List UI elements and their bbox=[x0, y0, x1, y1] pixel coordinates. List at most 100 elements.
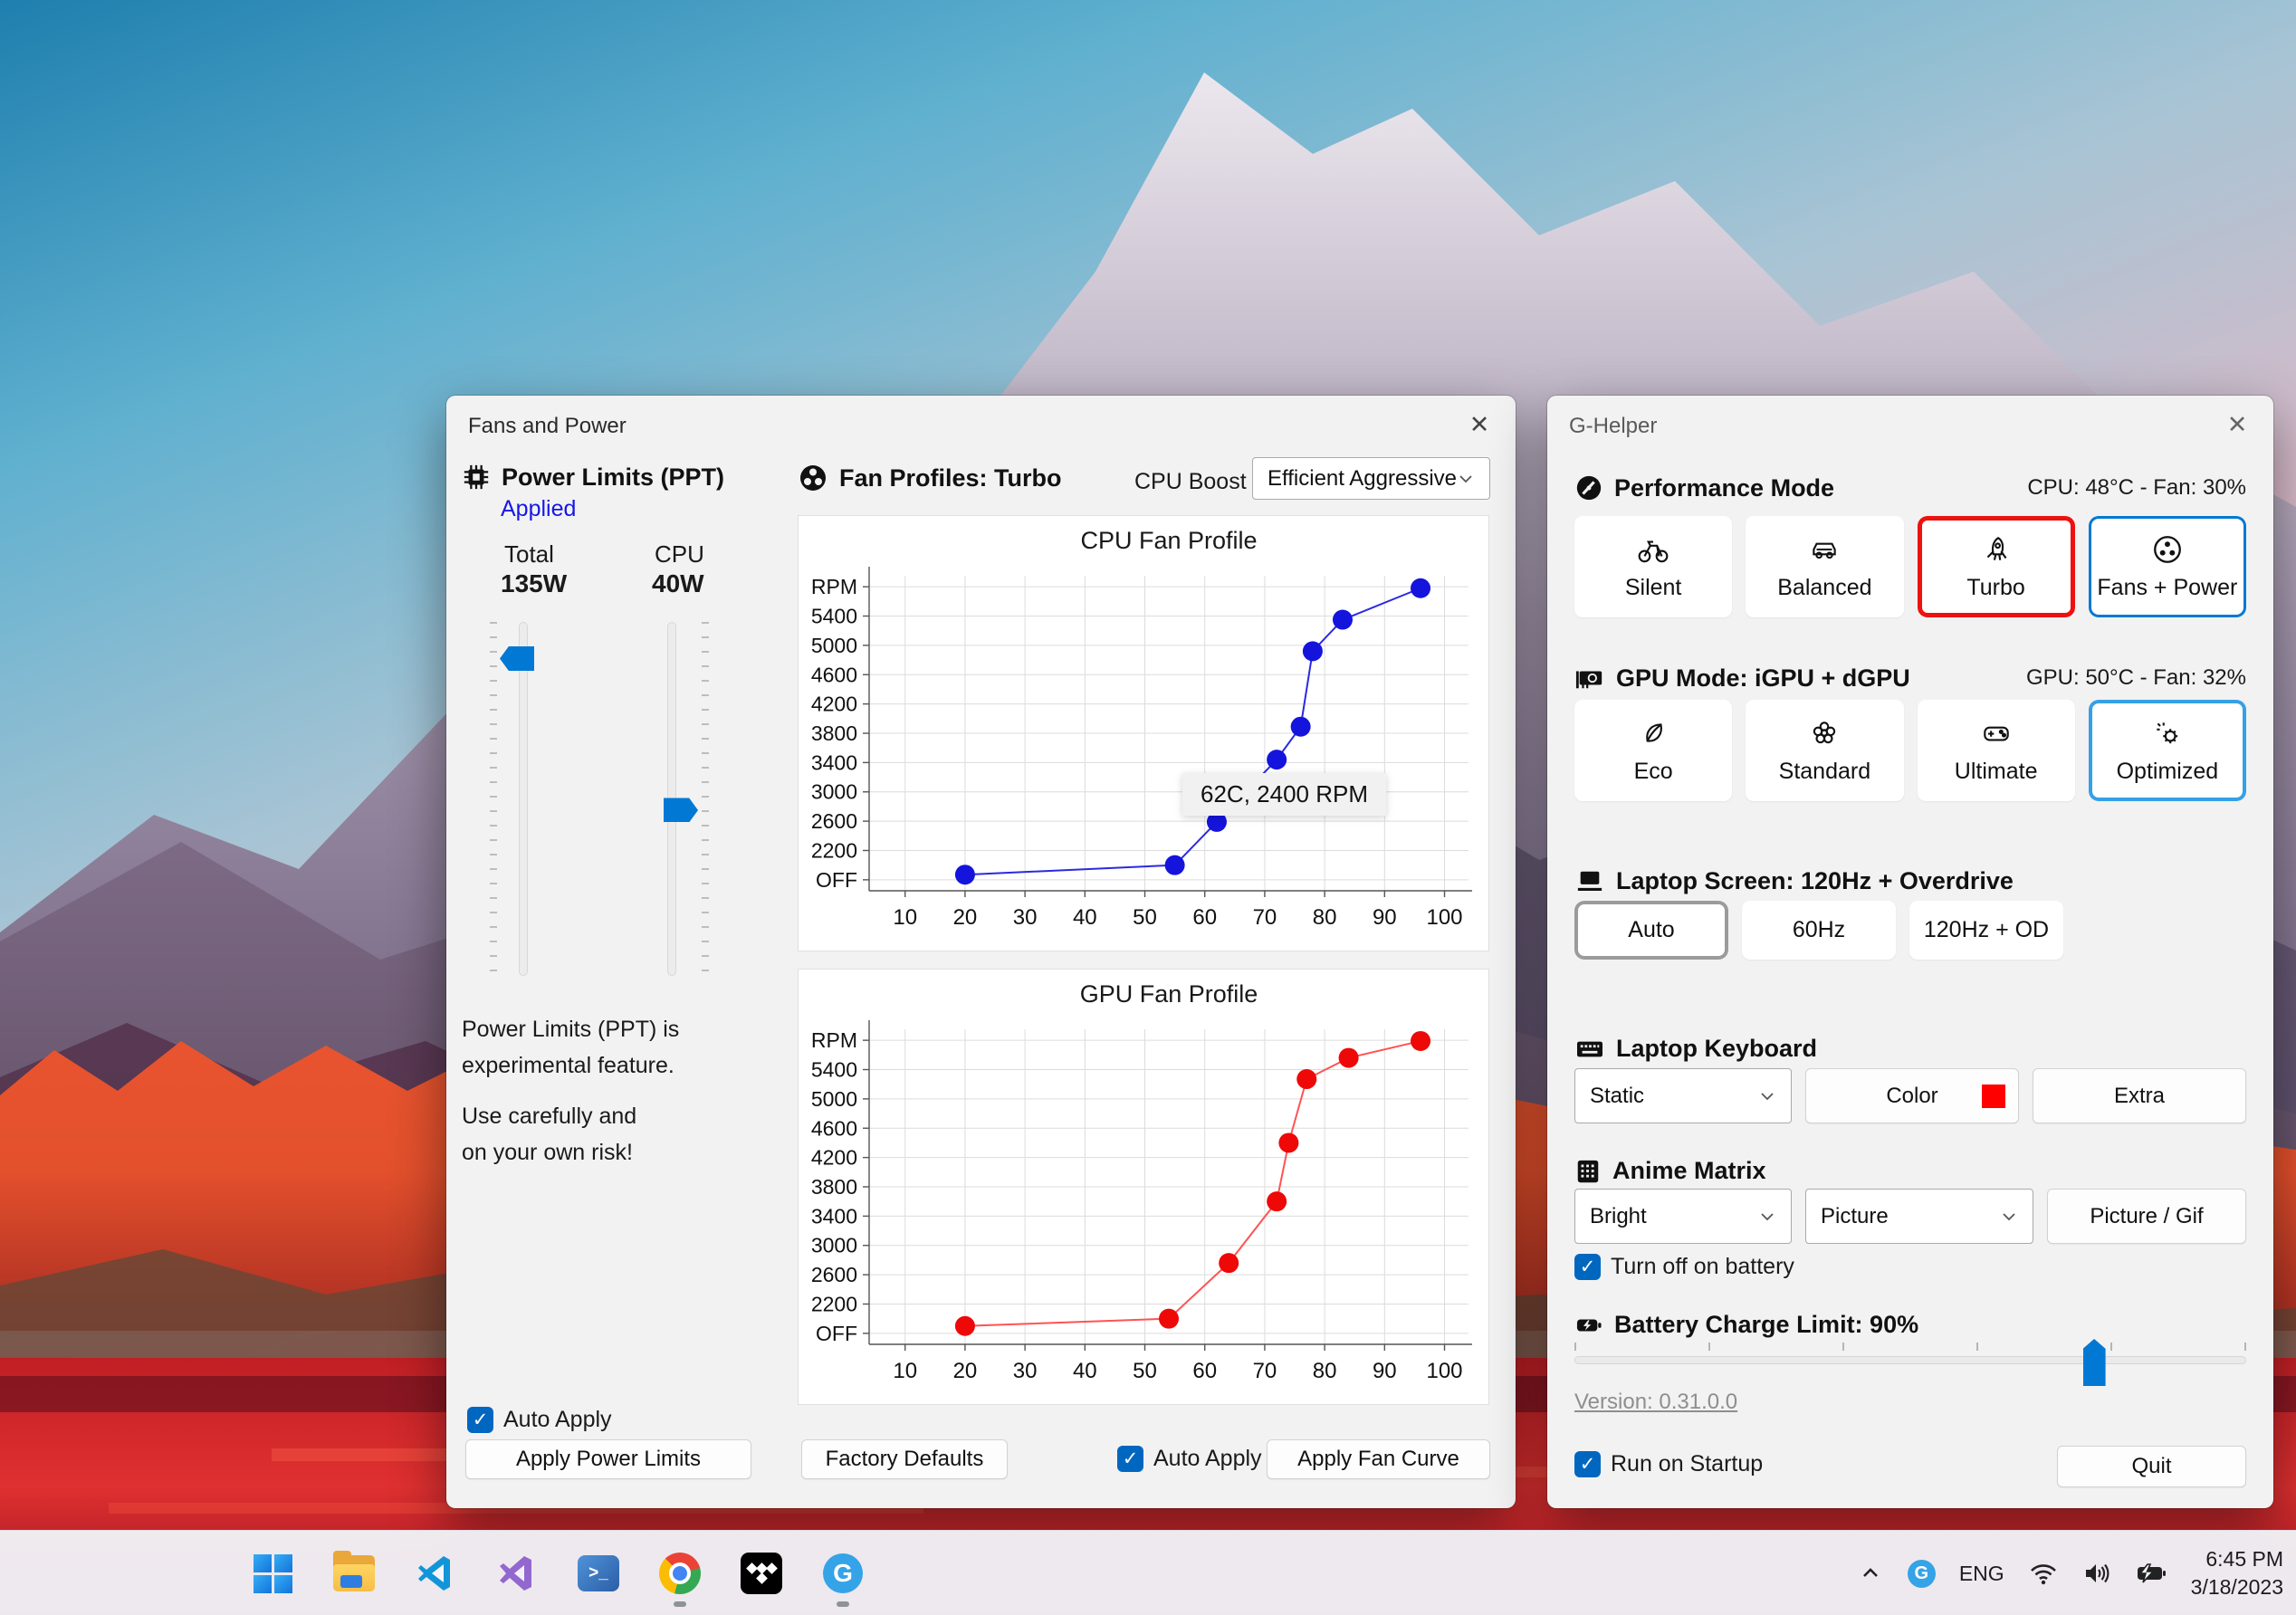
keyboard-controls-row: Static Color Extra bbox=[1574, 1068, 2246, 1123]
gpu-standard-button[interactable]: Standard bbox=[1746, 700, 1904, 801]
power-auto-apply-row: ✓ Auto Apply bbox=[467, 1407, 612, 1433]
svg-text:4600: 4600 bbox=[811, 663, 857, 686]
file-explorer-icon[interactable] bbox=[333, 1551, 375, 1594]
gpu-mode-buttons: Eco Standard Ultimate Optimized bbox=[1574, 700, 2246, 801]
tray-time: 6:45 PM bbox=[2205, 1547, 2283, 1571]
chevron-down-icon bbox=[2003, 1212, 2015, 1220]
ghelper-titlebar[interactable]: G-Helper ✕ bbox=[1547, 396, 2273, 450]
tidal-icon[interactable] bbox=[741, 1553, 782, 1594]
turn-off-on-battery-checkbox[interactable]: ✓ bbox=[1574, 1254, 1601, 1280]
chrome-icon[interactable] bbox=[659, 1553, 701, 1607]
cpu-boost-dropdown[interactable]: Efficient Aggressive bbox=[1252, 457, 1490, 500]
battery-charging-icon[interactable] bbox=[2135, 1560, 2167, 1587]
ghelper-tray-icon[interactable]: G bbox=[1907, 1559, 1936, 1588]
fan-curve-tooltip: 62C, 2400 RPM bbox=[1182, 773, 1386, 816]
screen-120hz-od-button[interactable]: 120Hz + OD bbox=[1909, 901, 2063, 960]
svg-text:RPM: RPM bbox=[811, 1028, 857, 1052]
close-icon[interactable]: ✕ bbox=[1461, 408, 1497, 441]
start-button[interactable] bbox=[252, 1553, 293, 1594]
svg-text:80: 80 bbox=[1313, 1359, 1337, 1383]
fans-window-title: Fans and Power bbox=[468, 414, 627, 438]
volume-icon[interactable] bbox=[2082, 1560, 2111, 1587]
cpu-slider-ticks bbox=[702, 622, 709, 976]
battery-header-row: Battery Charge Limit: 90% bbox=[1574, 1311, 2246, 1339]
chevron-down-icon bbox=[1459, 474, 1472, 483]
wifi-icon[interactable] bbox=[2028, 1560, 2059, 1587]
ghelper-taskbar-icon[interactable]: G bbox=[822, 1553, 864, 1607]
power-auto-apply-checkbox[interactable]: ✓ bbox=[467, 1407, 493, 1433]
cpu-slider-thumb[interactable] bbox=[664, 798, 698, 823]
screen-auto-button[interactable]: Auto bbox=[1574, 901, 1728, 960]
svg-text:90: 90 bbox=[1373, 1359, 1397, 1383]
svg-text:5000: 5000 bbox=[811, 1087, 857, 1111]
gpu-eco-button[interactable]: Eco bbox=[1574, 700, 1733, 801]
screen-60hz-button[interactable]: 60Hz bbox=[1742, 901, 1896, 960]
screen-icon bbox=[1577, 871, 1602, 891]
fans-window-titlebar[interactable]: Fans and Power ✕ bbox=[446, 396, 1516, 450]
power-limits-header-label: Power Limits (PPT) bbox=[502, 463, 725, 491]
svg-text:2200: 2200 bbox=[811, 838, 857, 862]
laptop-keyboard-header-row: Laptop Keyboard bbox=[1574, 1035, 2246, 1063]
svg-text:20: 20 bbox=[953, 905, 978, 930]
matrix-content-dropdown[interactable]: Picture bbox=[1805, 1189, 2033, 1244]
gpu-optimized-button[interactable]: Optimized bbox=[2088, 700, 2246, 801]
svg-text:60: 60 bbox=[1192, 905, 1217, 930]
ghelper-running-indicator bbox=[837, 1601, 849, 1607]
svg-text:3800: 3800 bbox=[811, 721, 857, 745]
chevron-down-icon bbox=[1761, 1212, 1774, 1220]
svg-text:4600: 4600 bbox=[811, 1116, 857, 1140]
close-icon[interactable]: ✕ bbox=[2219, 408, 2255, 441]
total-slider-track[interactable] bbox=[519, 622, 528, 976]
visual-studio-icon[interactable] bbox=[496, 1553, 538, 1594]
vscode-icon[interactable] bbox=[415, 1553, 456, 1594]
mode-balanced-button[interactable]: Balanced bbox=[1746, 516, 1904, 617]
system-tray: G ENG 6:45 PM 3/18/2023 bbox=[1857, 1531, 2283, 1615]
fan-auto-apply-checkbox[interactable]: ✓ bbox=[1117, 1446, 1143, 1472]
mode-fans-power-button[interactable]: Fans + Power bbox=[2088, 516, 2246, 617]
matrix-brightness-dropdown[interactable]: Bright bbox=[1574, 1189, 1792, 1244]
quit-button[interactable]: Quit bbox=[2057, 1446, 2246, 1487]
battery-slider-thumb[interactable] bbox=[2082, 1339, 2106, 1386]
svg-text:2600: 2600 bbox=[811, 1263, 857, 1286]
gauge-icon bbox=[1576, 475, 1602, 501]
keyboard-color-button[interactable]: Color bbox=[1805, 1068, 2019, 1123]
powershell-icon[interactable]: >_ bbox=[578, 1553, 619, 1594]
keyboard-mode-dropdown[interactable]: Static bbox=[1574, 1068, 1792, 1123]
mode-silent-button[interactable]: Silent bbox=[1574, 516, 1733, 617]
language-indicator[interactable]: ENG bbox=[1959, 1562, 2004, 1586]
total-slider-thumb[interactable] bbox=[500, 646, 534, 672]
matrix-battery-checkbox-row: ✓ Turn off on battery bbox=[1574, 1254, 1794, 1280]
apply-power-limits-button[interactable]: Apply Power Limits bbox=[465, 1439, 751, 1479]
cpu-slider-label: CPU bbox=[655, 540, 704, 568]
rocket-icon bbox=[1986, 536, 2007, 560]
total-slider-value: 135W bbox=[501, 569, 568, 597]
svg-text:60: 60 bbox=[1192, 1359, 1217, 1383]
apply-fan-curve-button[interactable]: Apply Fan Curve bbox=[1267, 1439, 1490, 1479]
version-link[interactable]: Version: 0.31.0.0 bbox=[1574, 1390, 1737, 1415]
svg-text:GPU Fan Profile: GPU Fan Profile bbox=[1080, 980, 1258, 1008]
gpu-ultimate-button[interactable]: Ultimate bbox=[1917, 700, 2075, 801]
taskbar-clock[interactable]: 6:45 PM 3/18/2023 bbox=[2191, 1545, 2283, 1601]
power-auto-apply-label: Auto Apply bbox=[503, 1407, 612, 1432]
battery-slider-track[interactable] bbox=[1574, 1356, 2246, 1364]
cpu-fan-chart[interactable]: CPU Fan Profile OFF 2200 2600 3000 3400 3800 42… bbox=[799, 516, 1490, 952]
svg-text:100: 100 bbox=[1426, 905, 1462, 930]
factory-defaults-button[interactable]: Factory Defaults bbox=[801, 1439, 1008, 1479]
total-slider-ticks bbox=[490, 622, 497, 976]
fan-icon bbox=[2153, 535, 2181, 563]
matrix-picture-gif-button[interactable]: Picture / Gif bbox=[2047, 1189, 2246, 1244]
mode-turbo-button[interactable]: Turbo bbox=[1917, 516, 2075, 617]
svg-text:80: 80 bbox=[1313, 905, 1337, 930]
gpu-fan-chart[interactable]: GPU Fan Profile OFF 2200 2600 3000 3400 3800 42… bbox=[799, 970, 1490, 1406]
tray-chevron-up-icon[interactable] bbox=[1857, 1560, 1884, 1587]
fan-auto-apply-row: ✓ Auto Apply bbox=[1117, 1446, 1262, 1472]
keyboard-icon bbox=[1577, 1041, 1602, 1056]
run-on-startup-checkbox[interactable]: ✓ bbox=[1574, 1451, 1601, 1477]
keyboard-extra-button[interactable]: Extra bbox=[2033, 1068, 2246, 1123]
chrome-running-indicator bbox=[674, 1601, 686, 1607]
svg-text:30: 30 bbox=[1013, 905, 1038, 930]
cpu-slider-value: 40W bbox=[652, 569, 704, 597]
screen-option-buttons: Auto 60Hz 120Hz + OD bbox=[1574, 901, 2063, 960]
svg-text:4200: 4200 bbox=[811, 1146, 857, 1170]
svg-text:70: 70 bbox=[1253, 905, 1277, 930]
